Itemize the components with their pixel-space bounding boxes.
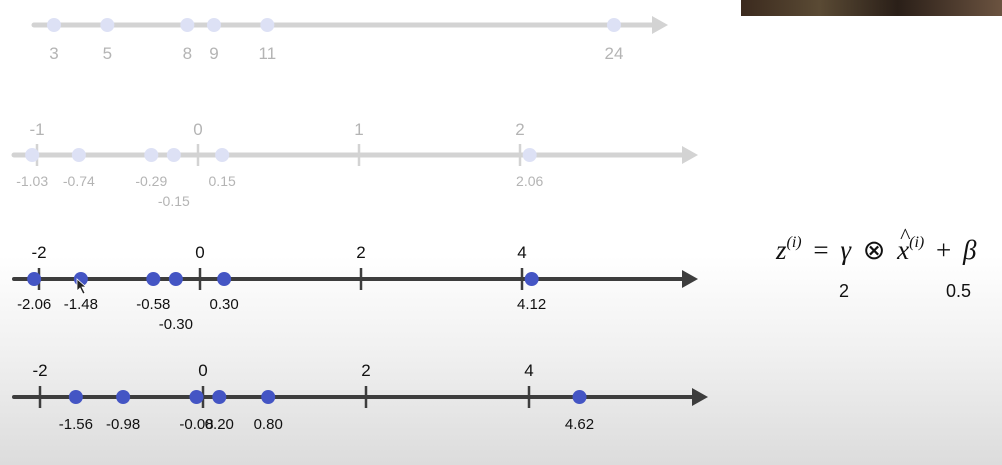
formula-beta: β [962,235,977,265]
axis-arrowhead [692,388,708,406]
data-point [572,390,587,404]
data-point-label: -0.58 [136,296,170,313]
formula-xhat-superscript: (i) [909,234,925,251]
beta-value: 0.5 [946,281,972,301]
data-point [607,18,621,32]
data-point-label: 4.62 [565,416,594,433]
data-point [100,18,115,32]
data-point [144,148,159,162]
axis-tick-label: 0 [198,361,207,380]
data-point [68,390,83,404]
axis-arrowhead [682,270,698,288]
axis-tick-label: 4 [517,243,526,262]
data-point [27,272,42,286]
data-point-label: 11 [259,44,277,63]
formula-superscript: (i) [786,234,802,251]
data-point [260,18,275,32]
data-point [215,148,230,162]
data-point-label: 8 [183,44,192,63]
axis-arrowhead [682,146,698,164]
formula-z: z [776,235,787,265]
formula-xhat: x [897,223,910,266]
axis-tick-label: 2 [361,361,370,380]
data-point [116,390,131,404]
data-point [522,148,537,162]
data-point-label: -1.48 [64,296,98,313]
axis-tick-label: 1 [354,120,363,139]
data-point-label: -2.06 [17,296,51,313]
data-point [168,272,183,286]
data-point-label: -1.56 [59,416,93,433]
axis-tick-label: 2 [515,120,524,139]
formula-equals: = [813,235,829,265]
data-point-label: 5 [103,44,112,63]
data-point-label: -0.15 [158,193,190,209]
number-line-raw-values: 3 5 8 9 11 24 [31,16,668,63]
data-point-label: 0.30 [210,296,239,313]
data-point-label: -0.98 [106,416,140,433]
data-point [217,272,232,286]
data-point-label: 2.06 [516,173,543,189]
number-line-shifted-values: -2 0 2 4-1.56 -0.98 -0.080.20 0.80 4.62 [12,361,708,433]
data-point [25,148,40,162]
data-point [261,390,276,404]
data-point [207,18,221,32]
axis-tick-label: -2 [31,243,46,262]
number-lines-diagram: 3 5 8 9 11 24-1 0 1 2-1.03 -0.74 -0.29-0.150.15 2.0… [11,16,708,433]
data-point [146,272,161,286]
data-point-label: 9 [209,44,218,63]
gamma-value: 2 [839,281,850,301]
data-point-label: 4.12 [517,296,546,313]
data-point-label: 3 [49,44,58,63]
data-point-label: 0.80 [254,416,283,433]
data-point-label: -0.29 [135,173,167,189]
axis-tick-label: 0 [195,243,204,262]
batch-norm-formula: z(i) = γ ⊗ x(i) + β [776,223,977,266]
number-line-normalized-values: -1 0 1 2 -1.03 -0.74 -0.29 -0.15 0.15 2.06 [11,120,698,209]
slide: { "number_lines": [ { "id": "raw-values"… [0,0,1002,465]
axis-tick-label: -2 [32,361,47,380]
data-point [189,390,204,404]
data-point-label: -1.03 [16,173,48,189]
formula-gamma: γ [840,235,851,265]
webcam-thumbnail [741,0,1002,16]
data-point-label: 0.15 [209,173,236,189]
number-line-scaled-values: -2 0 2 4 -2.06 -1.48 -0.58 -0.30 0.30 4.12 [12,243,698,333]
data-point [166,148,181,162]
axis-tick-label: -1 [29,120,44,139]
axis-tick-label: 0 [193,120,202,139]
data-point [212,390,227,404]
data-point-label: -0.30 [159,316,193,333]
axis-tick-label: 2 [356,243,365,262]
data-point-label: -0.74 [63,173,95,189]
axis-tick-label: 4 [524,361,533,380]
data-point-label: 0.20 [205,416,234,433]
formula-otimes: ⊗ [862,235,886,265]
axis-arrowhead [652,16,668,34]
data-point [180,18,195,32]
formula-plus: + [935,235,952,265]
data-point-label: 24 [605,44,624,63]
data-point [524,272,539,286]
data-point [47,18,61,32]
data-point [71,148,86,162]
